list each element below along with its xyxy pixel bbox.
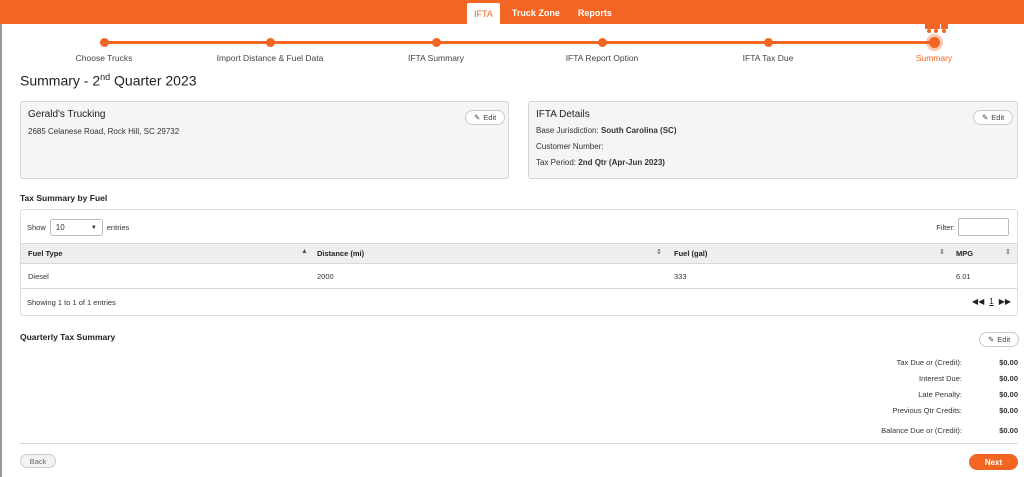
edit-icon: ✎	[982, 113, 989, 122]
page-number[interactable]: 1	[989, 297, 993, 306]
filter-input[interactable]	[958, 218, 1009, 236]
filter-control: Filter:	[936, 218, 1009, 236]
sort-icon[interactable]: ⇕	[656, 248, 662, 256]
company-name: Gerald's Trucking	[28, 109, 106, 120]
step-label: Summary	[915, 53, 953, 63]
page-title: Summary - 2nd Quarter 2023	[20, 72, 197, 89]
base-jurisdiction: Base Jurisdiction: South Carolina (SC)	[536, 126, 677, 135]
progress-stepper: Choose Trucks Import Distance & Fuel Dat…	[0, 28, 1024, 66]
step-dot	[597, 38, 607, 47]
tab-reports[interactable]: Reports	[572, 3, 618, 23]
footer-divider	[20, 443, 1018, 444]
table-row: Diesel 2000 333 6.01	[21, 265, 1017, 289]
ifta-details-title: IFTA Details	[536, 109, 590, 120]
company-address: 2685 Celanese Road, Rock Hill, SC 29732	[28, 127, 180, 136]
edit-label: Edit	[483, 113, 497, 122]
back-button[interactable]: Back	[20, 454, 56, 468]
next-page-icon[interactable]: ▶▶	[999, 297, 1011, 306]
tab-ifta[interactable]: IFTA	[467, 3, 500, 24]
fuel-table: Show 10 ▼ entries Filter: Fuel Type ▲ Di…	[20, 209, 1018, 316]
step-label: Import Distance & Fuel Data	[216, 53, 324, 63]
entries-select[interactable]: 10 ▼	[49, 219, 103, 236]
edit-icon: ✎	[988, 335, 995, 344]
step-label: IFTA Report Option	[565, 53, 639, 63]
sort-asc-icon[interactable]: ▲	[301, 248, 308, 255]
step-dot	[431, 38, 441, 47]
pagination: ◀◀ 1 ▶▶	[972, 297, 1011, 306]
cell-distance: 2000	[317, 272, 334, 281]
previous-page-icon[interactable]: ◀◀	[972, 297, 984, 306]
tax-period: Tax Period: 2nd Qtr (Apr-Jun 2023)	[536, 158, 665, 167]
step-tax-due[interactable]: IFTA Tax Due	[688, 28, 848, 63]
step-choose-trucks[interactable]: Choose Trucks	[24, 28, 184, 63]
column-distance[interactable]: Distance (mi)	[317, 244, 364, 263]
table-header: Fuel Type ▲ Distance (mi) ⇕ Fuel (gal) ⇕…	[21, 243, 1017, 264]
column-fuel-type[interactable]: Fuel Type	[28, 244, 62, 263]
truck-icon	[925, 23, 948, 33]
cell-fuel: 333	[674, 272, 687, 281]
edit-company-button[interactable]: ✎ Edit	[465, 110, 506, 125]
step-label: Choose Trucks	[75, 53, 133, 63]
edit-label: Edit	[997, 335, 1011, 344]
edit-quarterly-button[interactable]: ✎ Edit	[979, 332, 1020, 347]
edit-icon: ✎	[474, 113, 481, 122]
step-dot	[265, 38, 275, 47]
step-report-option[interactable]: IFTA Report Option	[522, 28, 682, 63]
column-mpg[interactable]: MPG	[956, 244, 973, 263]
edit-label: Edit	[991, 113, 1005, 122]
sort-icon[interactable]: ⇕	[1005, 248, 1011, 256]
chevron-down-icon: ▼	[90, 224, 97, 231]
step-dot	[928, 37, 940, 48]
sort-icon[interactable]: ⇕	[939, 248, 945, 256]
cell-fuel-type: Diesel	[28, 272, 49, 281]
edit-ifta-details-button[interactable]: ✎ Edit	[973, 110, 1014, 125]
step-ifta-summary[interactable]: IFTA Summary	[356, 28, 516, 63]
customer-number: Customer Number:	[536, 142, 604, 151]
entries-control: Show 10 ▼ entries	[27, 219, 129, 236]
step-dot	[99, 38, 109, 47]
next-button[interactable]: Next	[969, 454, 1018, 470]
company-card: Gerald's Trucking 2685 Celanese Road, Ro…	[20, 101, 509, 179]
window-edge	[0, 24, 2, 477]
table-info: Showing 1 to 1 of 1 entries	[27, 298, 116, 307]
step-label: IFTA Summary	[407, 53, 465, 63]
column-fuel[interactable]: Fuel (gal)	[674, 244, 707, 263]
tax-by-fuel-title: Tax Summary by Fuel	[20, 193, 108, 203]
cell-mpg: 6.01	[956, 272, 971, 281]
step-dot	[763, 38, 773, 47]
ifta-details-card: IFTA Details Base Jurisdiction: South Ca…	[528, 101, 1018, 179]
top-nav: IFTA Truck Zone Reports	[467, 3, 624, 24]
step-import-data[interactable]: Import Distance & Fuel Data	[190, 28, 350, 63]
quarterly-summary-title: Quarterly Tax Summary	[20, 332, 116, 342]
tab-truck-zone[interactable]: Truck Zone	[506, 3, 566, 23]
step-label: IFTA Tax Due	[742, 53, 794, 63]
